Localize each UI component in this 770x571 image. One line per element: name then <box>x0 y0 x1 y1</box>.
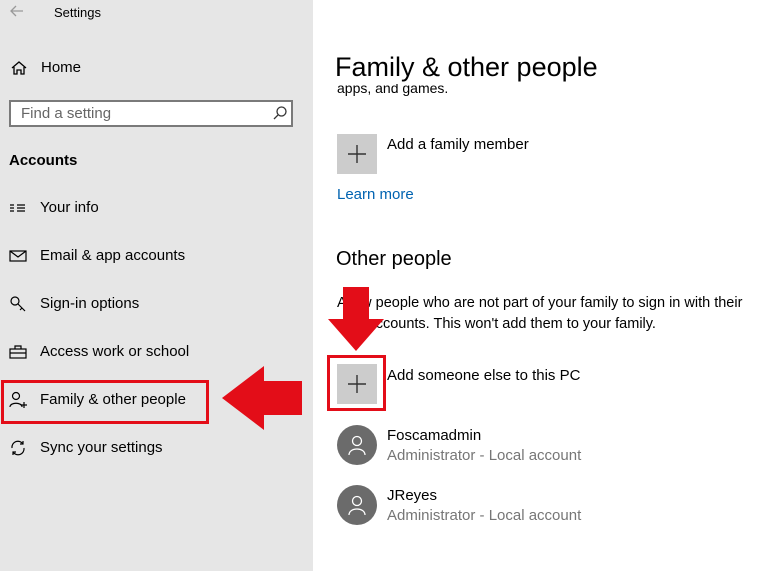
sidebar-item-work-school[interactable]: Access work or school <box>0 337 313 367</box>
back-arrow-icon[interactable] <box>8 2 26 20</box>
search-box[interactable] <box>9 100 293 127</box>
add-someone-button[interactable]: Add someone else to this PC <box>387 367 580 384</box>
learn-more-link[interactable]: Learn more <box>337 186 414 203</box>
user-name[interactable]: JReyes <box>387 487 437 504</box>
person-icon <box>348 435 366 456</box>
sidebar-item-email[interactable]: Email & app accounts <box>0 241 313 271</box>
plus-icon <box>348 145 366 163</box>
section-heading: Accounts <box>9 152 78 169</box>
search-icon[interactable] <box>272 105 288 121</box>
sidebar-item-label: Email & app accounts <box>40 247 186 264</box>
add-family-tile[interactable] <box>337 134 377 174</box>
other-people-heading: Other people <box>336 248 452 270</box>
add-family-button[interactable]: Add a family member <box>387 136 529 153</box>
sidebar-item-label: Home <box>41 59 82 76</box>
briefcase-icon <box>9 343 27 361</box>
user-name[interactable]: Foscamadmin <box>387 427 481 444</box>
partial-text: apps, and games. <box>337 84 449 96</box>
key-icon <box>9 295 27 313</box>
mail-icon <box>9 247 27 265</box>
window-title: Settings <box>54 5 101 20</box>
sidebar-item-label: Access work or school <box>40 343 190 360</box>
sidebar-item-your-info[interactable]: Your info <box>0 193 313 223</box>
annotation-highlight-box <box>1 380 209 424</box>
avatar[interactable] <box>337 425 377 465</box>
user-role: Administrator - Local account <box>387 507 582 524</box>
home-icon <box>10 59 28 77</box>
annotation-arrow-down-icon <box>328 287 384 351</box>
user-role: Administrator - Local account <box>387 447 582 464</box>
main-content: Family & other people apps, and games. A… <box>313 0 770 571</box>
sidebar-item-home[interactable]: Home <box>0 55 313 81</box>
contact-card-icon <box>9 199 27 217</box>
annotation-arrow-left-icon <box>222 366 302 430</box>
sidebar-item-label: Your info <box>40 199 99 216</box>
person-icon <box>348 495 366 516</box>
other-people-description: Allow people who are not part of your fa… <box>337 295 743 332</box>
sidebar-item-label: Sync your settings <box>40 439 163 456</box>
sidebar: Settings Home Accounts Your info Email &… <box>0 0 313 571</box>
add-someone-tile[interactable] <box>337 364 377 404</box>
avatar[interactable] <box>337 485 377 525</box>
plus-icon <box>348 375 366 393</box>
sidebar-item-sync[interactable]: Sync your settings <box>0 433 313 463</box>
sync-icon <box>9 439 27 457</box>
search-input[interactable] <box>11 102 271 125</box>
sidebar-item-label: Sign-in options <box>40 295 140 312</box>
sidebar-item-sign-in[interactable]: Sign-in options <box>0 289 313 319</box>
page-title: Family & other people <box>335 52 598 82</box>
